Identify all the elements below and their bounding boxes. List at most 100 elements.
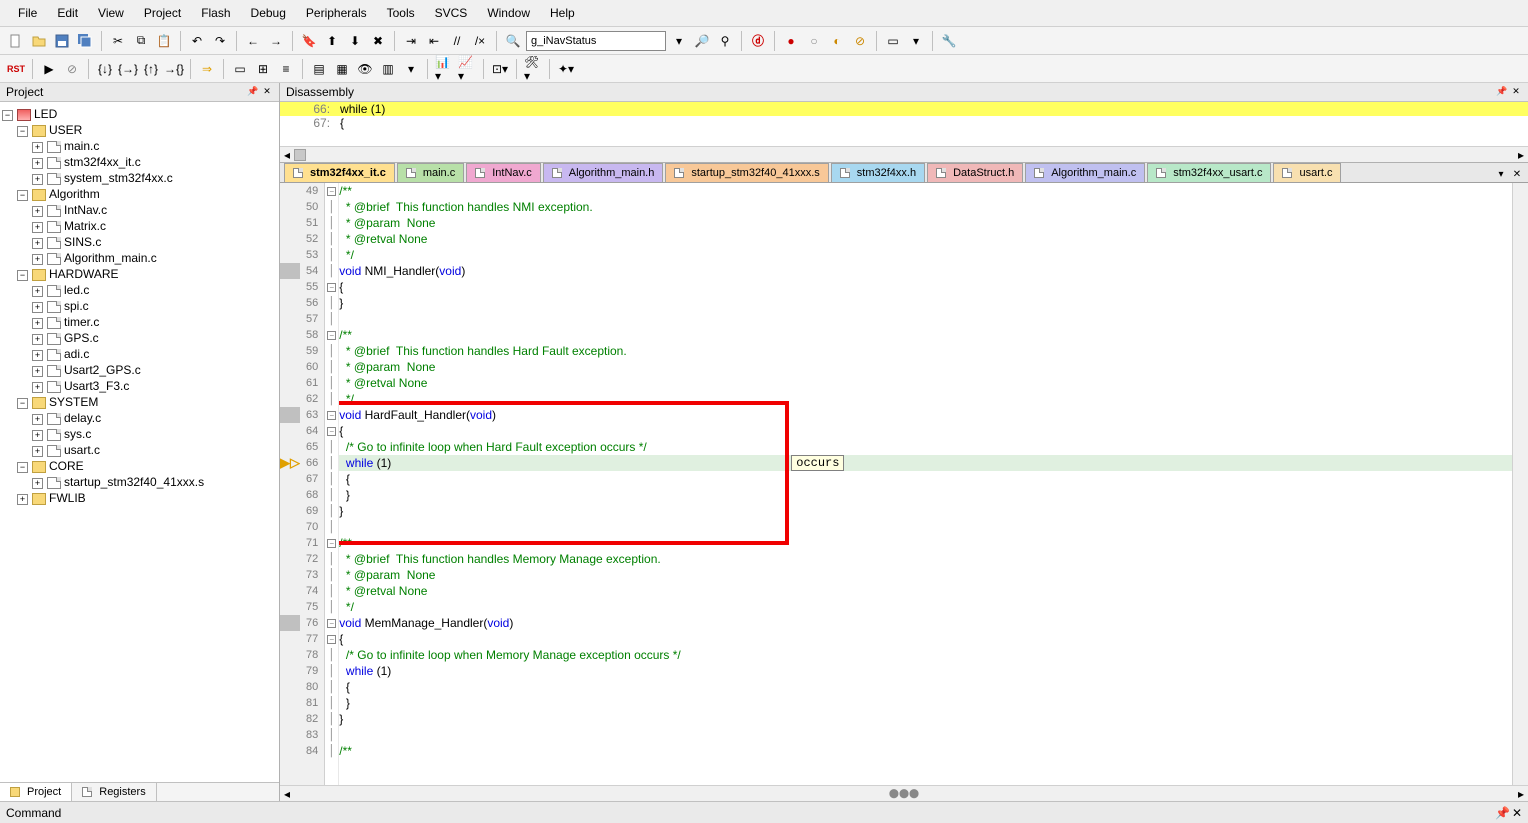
breakpoint-disable-icon[interactable]: ○ <box>804 31 824 51</box>
find-icon[interactable]: 🔍 <box>503 31 523 51</box>
code-editor[interactable]: ▶▷ 4950515253545556575859606162636465666… <box>280 183 1528 785</box>
scroll-left-icon[interactable]: ◂ <box>280 148 294 162</box>
menu-flash[interactable]: Flash <box>191 3 240 23</box>
editor-tab[interactable]: DataStruct.h <box>927 163 1023 182</box>
editor-tab[interactable]: stm32f4xx_it.c <box>284 163 395 182</box>
debug-start-icon[interactable]: ⓓ <box>748 31 768 51</box>
find-in-files-icon[interactable]: 🔎 <box>692 31 712 51</box>
close-pane-icon[interactable]: ✕ <box>1512 806 1522 820</box>
menu-window[interactable]: Window <box>477 3 540 23</box>
close-pane-icon[interactable]: ✕ <box>261 86 273 98</box>
close-pane-icon[interactable]: ✕ <box>1510 86 1522 98</box>
menu-tools[interactable]: Tools <box>377 3 425 23</box>
scroll-thumb[interactable] <box>294 149 306 161</box>
window-icon[interactable]: ▭ <box>883 31 903 51</box>
redo-icon[interactable]: ↷ <box>210 31 230 51</box>
tree-file[interactable]: +SINS.c <box>2 234 277 250</box>
analysis-icon[interactable]: 📊▾ <box>434 59 454 79</box>
tree-file[interactable]: +sys.c <box>2 426 277 442</box>
tab-list-icon[interactable]: ▾ <box>1494 168 1508 182</box>
bookmark-prev-icon[interactable]: ⬆ <box>322 31 342 51</box>
bottom-tab-registers[interactable]: Registers <box>72 783 156 801</box>
step-into-icon[interactable]: {↓} <box>95 59 115 79</box>
comment-icon[interactable]: // <box>447 31 467 51</box>
toolbox-icon[interactable]: 🛠▾ <box>523 59 543 79</box>
tree-file[interactable]: +startup_stm32f40_41xxx.s <box>2 474 277 490</box>
menu-help[interactable]: Help <box>540 3 585 23</box>
editor-tab[interactable]: stm32f4xx.h <box>831 163 925 182</box>
configure-icon[interactable]: 🔧 <box>939 31 959 51</box>
editor-tab[interactable]: startup_stm32f40_41xxx.s <box>665 163 828 182</box>
editor-tab[interactable]: usart.c <box>1273 163 1341 182</box>
uncomment-icon[interactable]: /× <box>470 31 490 51</box>
search-dropdown-icon[interactable]: ▾ <box>669 31 689 51</box>
tree-file[interactable]: +usart.c <box>2 442 277 458</box>
trace-icon[interactable]: 📈▾ <box>457 59 477 79</box>
run-to-cursor-icon[interactable]: →{} <box>164 59 184 79</box>
scroll-right-icon[interactable]: ▸ <box>1514 148 1528 162</box>
tree-file[interactable]: +timer.c <box>2 314 277 330</box>
memory-window-icon[interactable]: ▥ <box>378 59 398 79</box>
tree-file[interactable]: +spi.c <box>2 298 277 314</box>
serial-window-icon[interactable]: ▾ <box>401 59 421 79</box>
tree-file[interactable]: +stm32f4xx_it.c <box>2 154 277 170</box>
registers-window-icon[interactable]: ▤ <box>309 59 329 79</box>
editor-scrollbar[interactable] <box>1512 183 1528 785</box>
tree-file[interactable]: +Usart3_F3.c <box>2 378 277 394</box>
scroll-left-icon[interactable]: ◂ <box>280 787 294 801</box>
menu-debug[interactable]: Debug <box>241 3 296 23</box>
editor-tab[interactable]: stm32f4xx_usart.c <box>1147 163 1271 182</box>
tree-file[interactable]: +IntNav.c <box>2 202 277 218</box>
new-file-icon[interactable] <box>6 31 26 51</box>
incremental-find-icon[interactable]: ⚲ <box>715 31 735 51</box>
callstack-window-icon[interactable]: ▦ <box>332 59 352 79</box>
editor-tab[interactable]: Algorithm_main.c <box>1025 163 1145 182</box>
close-tab-icon[interactable]: ✕ <box>1510 168 1524 182</box>
breakpoint-kill-icon[interactable]: ◐ <box>827 31 847 51</box>
open-icon[interactable] <box>29 31 49 51</box>
system-viewer-icon[interactable]: ⊡▾ <box>490 59 510 79</box>
indent-icon[interactable]: ⇥ <box>401 31 421 51</box>
tree-file[interactable]: +GPS.c <box>2 330 277 346</box>
menu-view[interactable]: View <box>88 3 134 23</box>
project-tree[interactable]: −LED−USER+main.c+stm32f4xx_it.c+system_s… <box>0 102 279 782</box>
copy-icon[interactable]: ⧉ <box>131 31 151 51</box>
nav-back-icon[interactable]: ← <box>243 31 263 51</box>
tree-file[interactable]: +adi.c <box>2 346 277 362</box>
tree-file[interactable]: +led.c <box>2 282 277 298</box>
symbol-window-icon[interactable]: ≡ <box>276 59 296 79</box>
pin-icon[interactable]: 📌 <box>1495 806 1510 820</box>
bookmark-next-icon[interactable]: ⬇ <box>345 31 365 51</box>
command-window-icon[interactable]: ▭ <box>230 59 250 79</box>
breakpoint-insert-icon[interactable]: ● <box>781 31 801 51</box>
cut-icon[interactable]: ✂ <box>108 31 128 51</box>
tree-file[interactable]: +Usart2_GPS.c <box>2 362 277 378</box>
window-dropdown-icon[interactable]: ▾ <box>906 31 926 51</box>
paste-icon[interactable]: 📋 <box>154 31 174 51</box>
step-out-icon[interactable]: {↑} <box>141 59 161 79</box>
tree-file[interactable]: +Algorithm_main.c <box>2 250 277 266</box>
stop-icon[interactable]: ⊘ <box>62 59 82 79</box>
pin-icon[interactable]: 📌 <box>1496 86 1508 98</box>
bottom-tab-project[interactable]: Project <box>0 783 72 801</box>
tree-file[interactable]: +delay.c <box>2 410 277 426</box>
pin-icon[interactable]: 📌 <box>247 86 259 98</box>
step-over-icon[interactable]: {→} <box>118 59 138 79</box>
disasm-window-icon[interactable]: ⊞ <box>253 59 273 79</box>
menu-edit[interactable]: Edit <box>47 3 88 23</box>
search-input[interactable] <box>526 31 666 51</box>
bookmark-clear-icon[interactable]: ✖ <box>368 31 388 51</box>
editor-tab[interactable]: Algorithm_main.h <box>543 163 664 182</box>
save-all-icon[interactable] <box>75 31 95 51</box>
menu-svcs[interactable]: SVCS <box>425 3 478 23</box>
watch-window-icon[interactable]: 👁 <box>355 59 375 79</box>
breakpoint-killall-icon[interactable]: ⊘ <box>850 31 870 51</box>
show-next-icon[interactable]: ⇒ <box>197 59 217 79</box>
menu-peripherals[interactable]: Peripherals <box>296 3 377 23</box>
save-icon[interactable] <box>52 31 72 51</box>
tree-file[interactable]: +Matrix.c <box>2 218 277 234</box>
outdent-icon[interactable]: ⇤ <box>424 31 444 51</box>
bookmark-icon[interactable]: 🔖 <box>299 31 319 51</box>
undo-icon[interactable]: ↶ <box>187 31 207 51</box>
tree-file[interactable]: +system_stm32f4xx.c <box>2 170 277 186</box>
